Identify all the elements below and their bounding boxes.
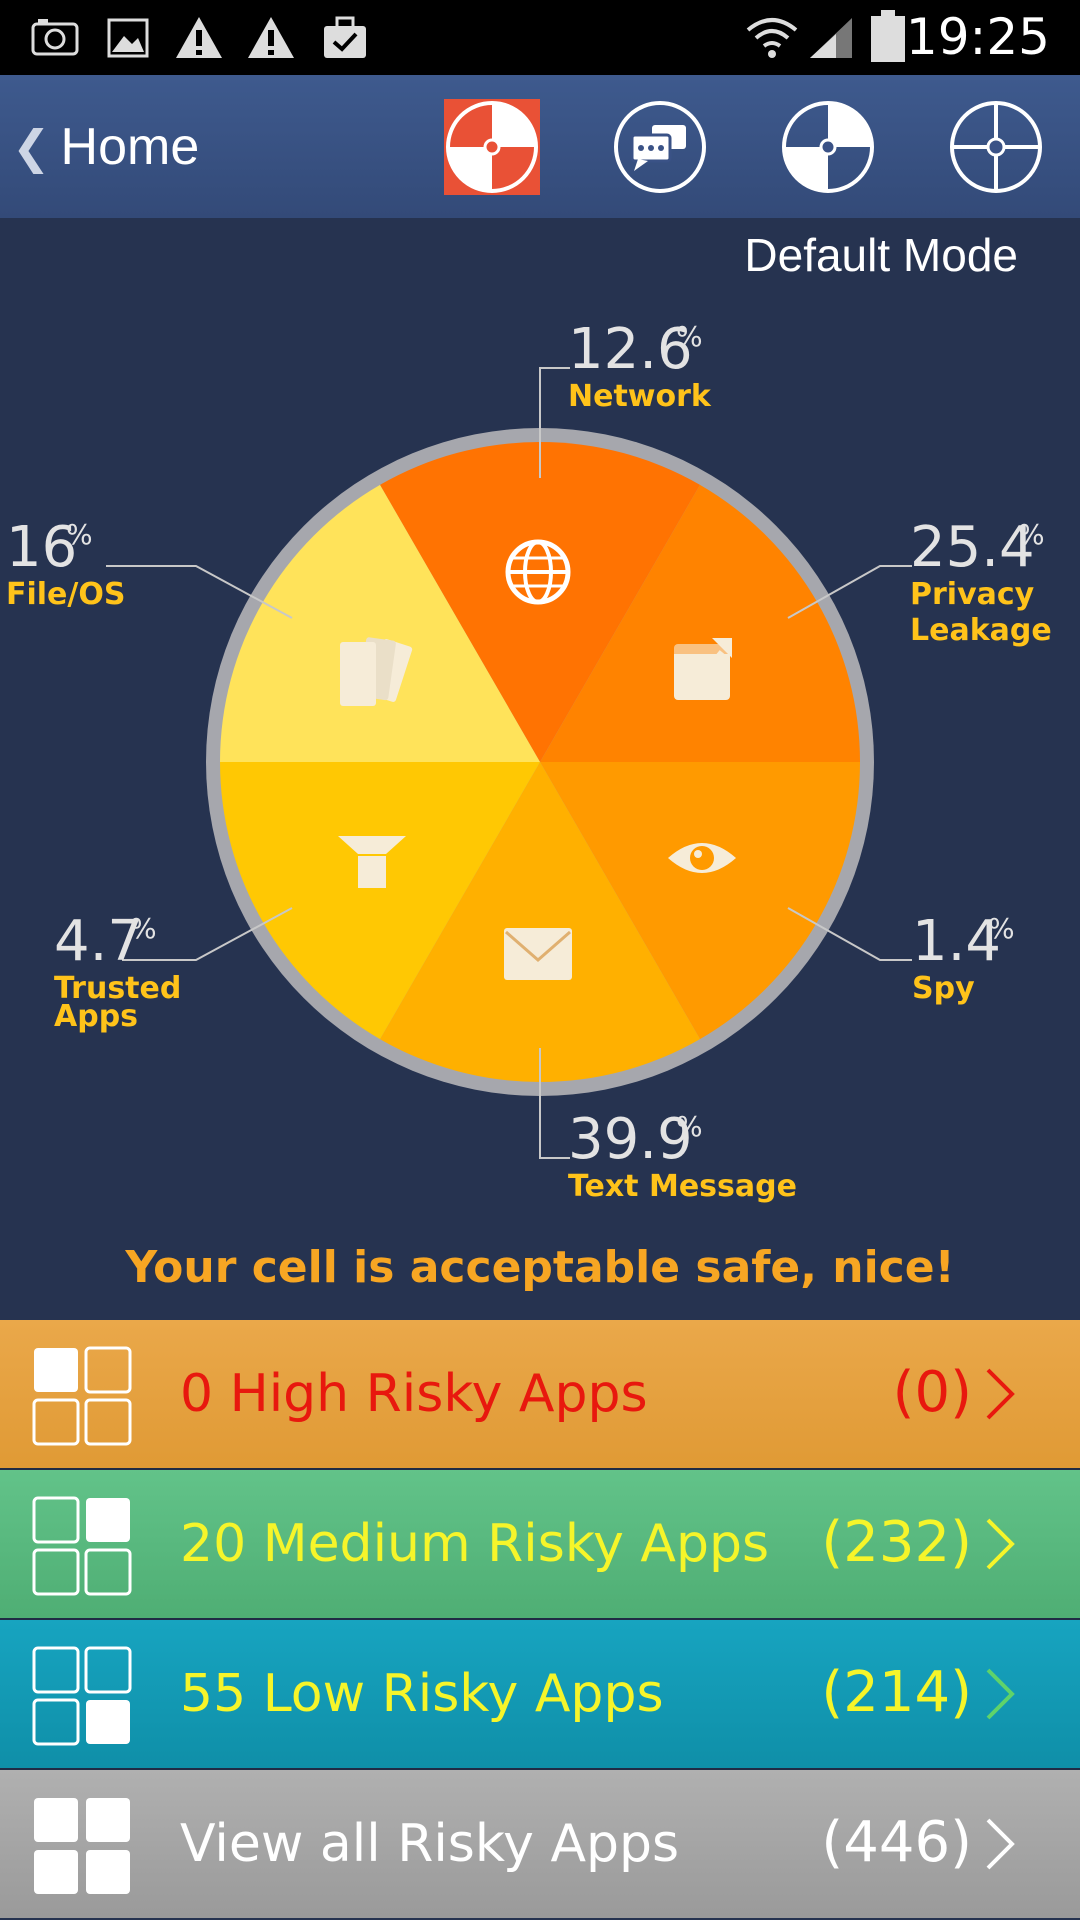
battery-icon [871, 10, 905, 62]
pct-sign: % [676, 320, 703, 353]
chat-icon [614, 101, 706, 193]
row-count: (232) [821, 1510, 972, 1575]
pie-chart-icon [446, 101, 538, 193]
slice-pct: 39.9 [568, 1107, 693, 1172]
row-count: (0) [892, 1360, 972, 1425]
safety-message: Your cell is acceptable safe, nice! [125, 1242, 955, 1293]
overview-tab[interactable] [444, 99, 540, 195]
mail-icon [504, 928, 572, 980]
grid-icon [32, 1646, 132, 1746]
messages-tab[interactable] [612, 99, 708, 195]
pct-sign: % [1018, 518, 1045, 551]
quadrant-icon [782, 101, 874, 193]
slice-name-line2: Apps [54, 999, 138, 1034]
row-count: (214) [821, 1660, 972, 1725]
slice-label-file-os: 16 % File/OS [6, 515, 125, 612]
back-button[interactable]: ❮ Home [12, 117, 199, 177]
grid-icon [32, 1346, 132, 1446]
chevron-right-icon [986, 1518, 1015, 1570]
slice-name: Privacy [910, 577, 1035, 612]
pct-sign: % [130, 912, 157, 945]
slice-label-text-message: 39.9 % Text Message [568, 1107, 797, 1204]
slice-name-line2: Leakage [910, 613, 1052, 648]
slice-pct: 25.4 [910, 515, 1035, 580]
slice-label-privacy-leakage: 25.4 % Privacy Leakage [910, 515, 1052, 648]
row-label: 20 Medium Risky Apps [180, 1514, 770, 1574]
chevron-left-icon: ❮ [12, 121, 51, 173]
slice-name: File/OS [6, 577, 125, 612]
high-risk-apps-row[interactable]: 0 High Risky Apps (0) [0, 1320, 1080, 1468]
status-time: 19:25 [905, 8, 1050, 66]
slice-label-spy: 1.4 % Spy [912, 909, 1015, 1006]
row-label: 55 Low Risky Apps [180, 1664, 664, 1724]
slice-name: Network [568, 379, 712, 414]
wifi-icon [746, 18, 798, 58]
row-label: View all Risky Apps [180, 1814, 680, 1874]
pct-sign: % [988, 912, 1015, 945]
crosshair-icon [950, 101, 1042, 193]
chevron-right-icon [986, 1818, 1015, 1870]
status-bar: 19:25 [0, 0, 1080, 75]
all-risky-apps-row[interactable]: View all Risky Apps (446) [0, 1770, 1080, 1918]
header: ❮ Home [0, 75, 1080, 218]
chevron-right-icon [986, 1368, 1015, 1420]
row-count: (446) [821, 1810, 972, 1875]
warning-icon [176, 17, 222, 58]
grid-icon [32, 1496, 132, 1596]
risk-pie-chart: 12.6 % Network 25.4 % Privacy Leakage 1.… [6, 317, 1052, 1204]
chevron-right-icon [986, 1668, 1015, 1720]
scan-tab[interactable] [780, 99, 876, 195]
slice-label-network: 12.6 % Network [568, 317, 712, 414]
task-icon [324, 16, 366, 58]
pct-sign: % [66, 518, 93, 551]
signal-icon [810, 18, 852, 58]
pct-sign: % [676, 1110, 703, 1143]
low-risk-apps-row[interactable]: 55 Low Risky Apps (214) [0, 1620, 1080, 1768]
slice-name: Text Message [568, 1169, 797, 1204]
camera-icon [31, 19, 79, 56]
slice-pct: 12.6 [568, 317, 693, 382]
gallery-icon [107, 18, 149, 58]
back-label: Home [60, 118, 200, 176]
medium-risk-apps-row[interactable]: 20 Medium Risky Apps (232) [0, 1470, 1080, 1618]
grid-icon [34, 1798, 130, 1894]
slice-name: Spy [912, 971, 975, 1006]
warning-icon [248, 17, 294, 58]
share-icon [674, 638, 732, 700]
row-label: 0 High Risky Apps [180, 1364, 648, 1424]
settings-tab[interactable] [948, 99, 1044, 195]
slice-label-trusted-apps: 4.7 % Trusted Apps [54, 909, 181, 1034]
